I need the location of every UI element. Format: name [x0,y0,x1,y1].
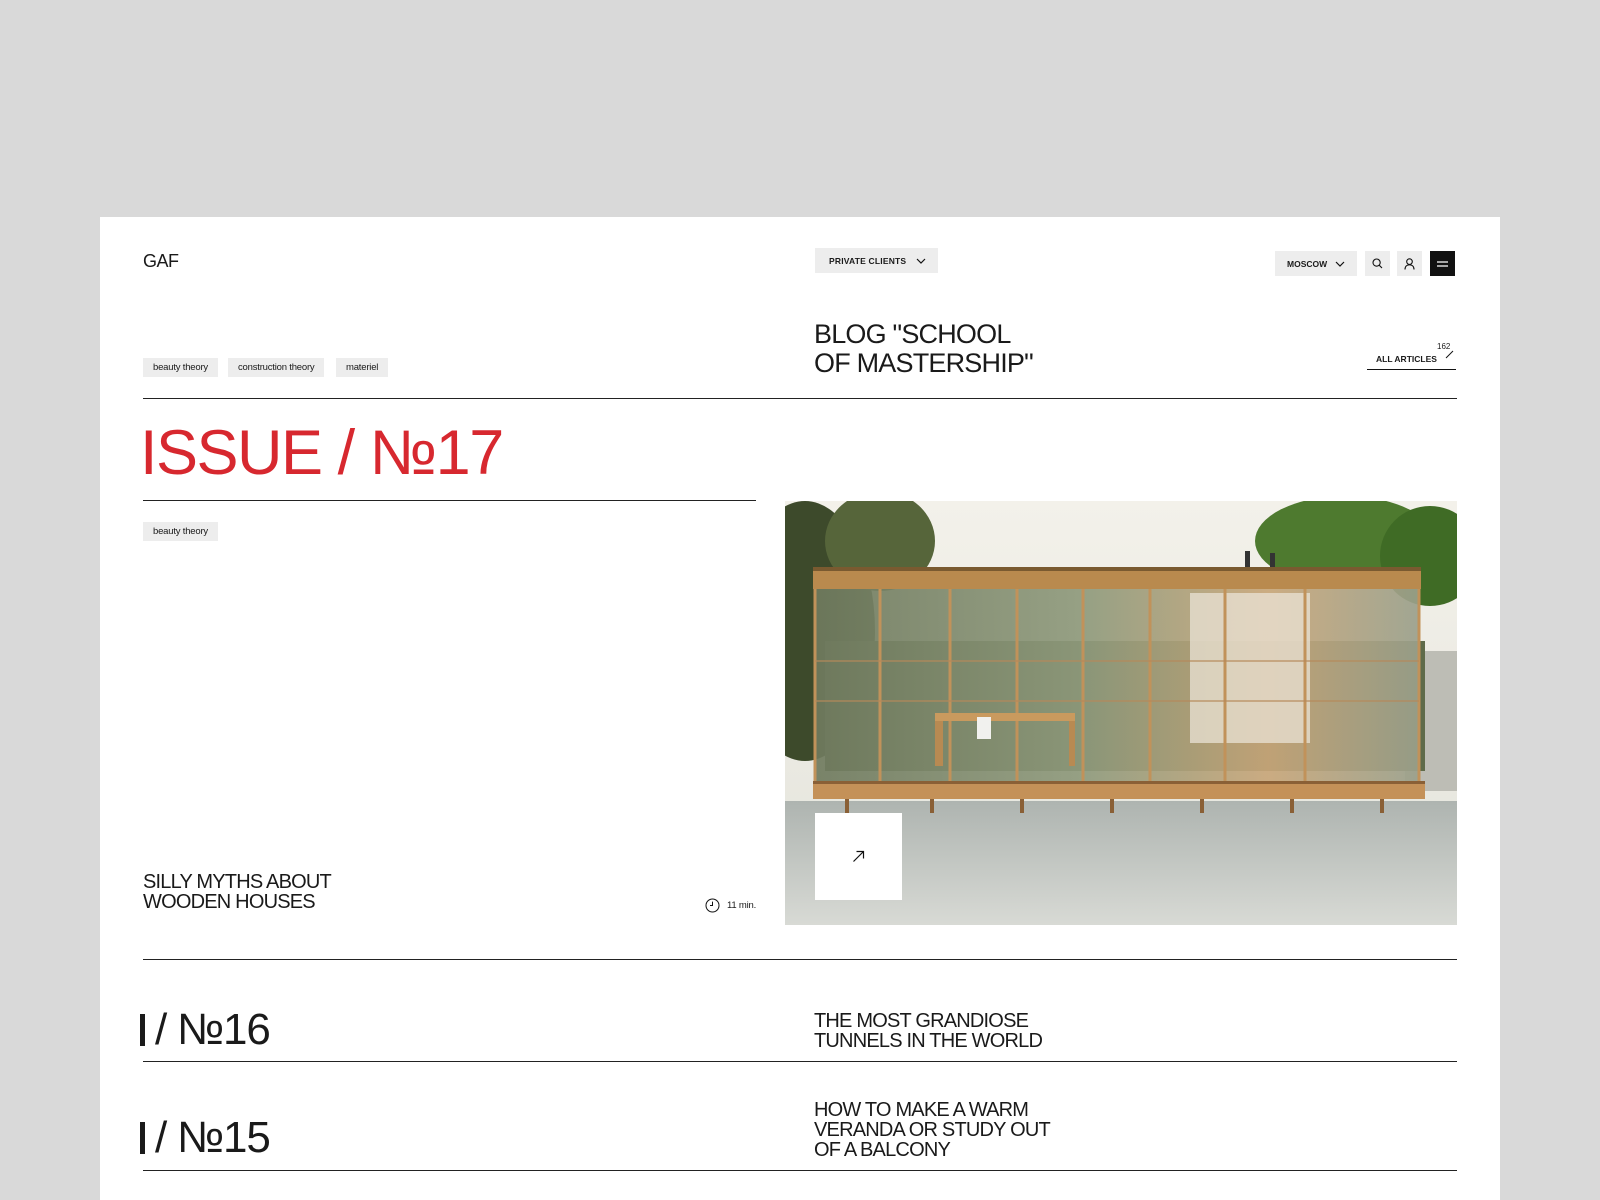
featured-issue-number: ISSUE / №17 [140,418,504,488]
chevron-down-icon [1335,261,1345,267]
search-button[interactable] [1365,251,1390,276]
divider [143,1061,1457,1062]
featured-title-line: WOODEN HOUSES [143,891,316,913]
issue-title-line: THE MOST GRANDIOSE [814,1010,1029,1032]
city-label: MOSCOW [1287,258,1328,269]
menu-button[interactable] [1430,251,1455,276]
issue-bar [140,1122,145,1154]
clock-icon [705,898,720,913]
blog-page: GAF PRIVATE CLIENTS MOSCOW beauty theory… [100,217,1500,1200]
divider [143,500,756,501]
issue-title-line: VERANDA OR STUDY OUT [814,1119,1051,1141]
hamburger-icon [1437,260,1448,267]
city-dropdown[interactable]: MOSCOW [1275,251,1357,276]
issue-article-title[interactable]: THE MOST GRANDIOSE TUNNELS IN THE WORLD [814,1010,1043,1052]
divider [143,1170,1457,1171]
issue-number: / №15 [140,1113,271,1162]
private-clients-label: PRIVATE CLIENTS [829,255,907,266]
issue-title-line: HOW TO MAKE A WARM [814,1099,1029,1121]
featured-tag[interactable]: beauty theory [143,522,218,541]
blog-title-line: OF MASTERSHIP" [814,348,1034,378]
blog-title: BLOG "SCHOOL OF MASTERSHIP" [814,319,1034,378]
logo[interactable]: GAF [143,251,179,272]
all-articles-label: ALL ARTICLES [1376,354,1437,364]
read-time: 11 min. [705,898,756,913]
issue-article-title[interactable]: HOW TO MAKE A WARM VERANDA OR STUDY OUT … [814,1099,1051,1161]
featured-article-title[interactable]: SILLY MYTHS ABOUT WOODEN HOUSES [143,871,332,913]
issue-bar [140,1014,145,1046]
user-icon [1404,257,1415,270]
account-button[interactable] [1397,251,1422,276]
open-article-button[interactable] [815,813,902,900]
tag-construction-theory[interactable]: construction theory [228,358,325,377]
arrow-up-right-icon [853,850,865,862]
blog-title-line: BLOG "SCHOOL [814,319,1011,349]
issue-title-line: TUNNELS IN THE WORLD [814,1030,1043,1052]
all-articles-link[interactable]: ALL ARTICLES 162 [1367,342,1456,370]
issue-number-label: / №15 [155,1113,271,1162]
tag-materiel[interactable]: materiel [336,358,389,377]
featured-title-line: SILLY MYTHS ABOUT [143,871,332,893]
divider [143,959,1457,960]
issue-title-line: OF A BALCONY [814,1139,951,1161]
read-time-label: 11 min. [727,900,757,911]
chevron-down-icon [916,258,926,264]
divider [143,398,1457,399]
private-clients-dropdown[interactable]: PRIVATE CLIENTS [815,248,939,273]
tag-beauty-theory[interactable]: beauty theory [143,358,218,377]
issue-number: / №16 [140,1005,271,1054]
arrow-up-right-icon [1445,350,1454,359]
issue-number-label: / №16 [155,1005,271,1054]
search-icon [1372,258,1383,269]
